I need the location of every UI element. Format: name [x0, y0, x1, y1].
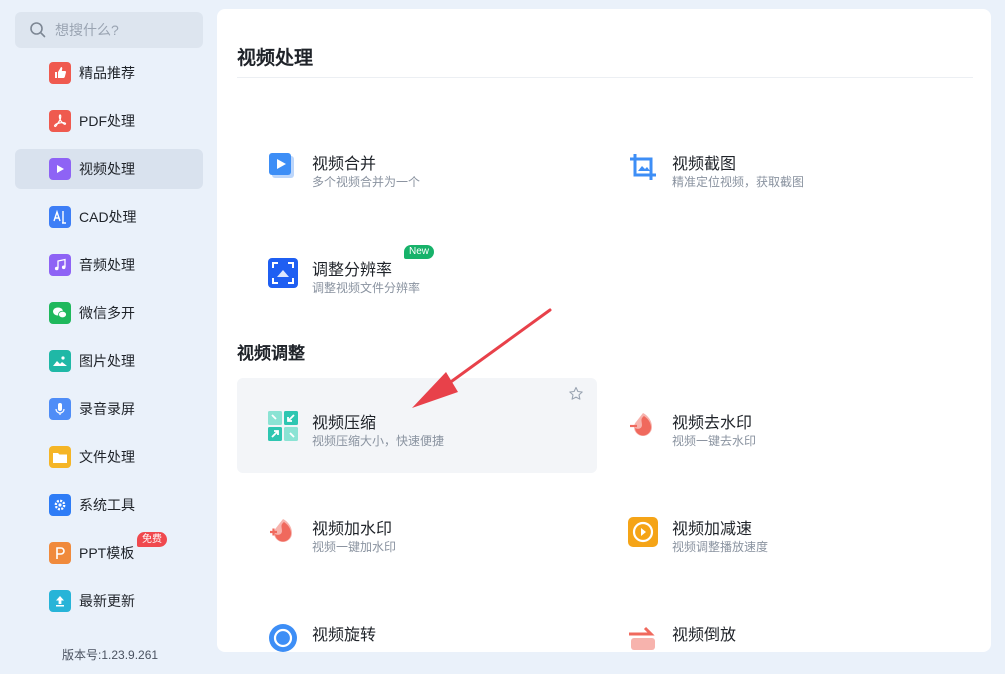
sidebar-item-pdf[interactable]: PDF处理	[15, 101, 203, 141]
main-panel: 视频处理 视频合并 多个视频合并为一个 视频截图 精准定位视频，获取截图 调整分…	[217, 9, 991, 652]
sidebar-item-updates[interactable]: 最新更新	[15, 581, 203, 621]
tool-title: 视频旋转	[312, 627, 377, 644]
sidebar-item-label: 图片处理	[79, 353, 135, 369]
wechat-icon	[49, 302, 71, 324]
sidebar-item-file[interactable]: 文件处理	[15, 437, 203, 477]
speed-icon	[627, 516, 659, 548]
video-play-icon	[49, 158, 71, 180]
sidebar-item-label: 系统工具	[79, 497, 135, 513]
tool-title: 视频加减速	[672, 521, 753, 538]
tool-title: 调整分辨率	[312, 262, 393, 279]
sidebar-menu: 精品推荐 PDF处理 视频处理 CAD处理 音频处理 微信多开 图片处理 录音录…	[15, 53, 203, 629]
tool-title: 视频压缩	[312, 415, 377, 432]
tool-description: 视频调整播放速度	[672, 540, 769, 554]
microphone-icon	[49, 398, 71, 420]
divider	[237, 77, 973, 78]
sidebar-item-label: PPT模板	[79, 545, 135, 561]
search-icon	[30, 22, 46, 38]
rotate-icon	[267, 622, 299, 652]
sidebar-item-ppt[interactable]: PPT模板 免费	[15, 532, 203, 573]
tool-title: 视频倒放	[672, 627, 737, 644]
music-note-icon	[49, 254, 71, 276]
resolution-icon	[267, 257, 299, 289]
sidebar-item-label: CAD处理	[79, 209, 137, 225]
search-placeholder: 想搜什么?	[55, 22, 119, 38]
sidebar-item-record[interactable]: 录音录屏	[15, 389, 203, 429]
free-badge: 免费	[137, 532, 167, 547]
tool-description: 视频一键加水印	[312, 540, 397, 554]
reverse-icon	[627, 622, 659, 652]
sidebar-item-featured[interactable]: 精品推荐	[15, 53, 203, 93]
section-title-video-adjust: 视频调整	[237, 344, 305, 363]
search-input[interactable]: 想搜什么?	[15, 12, 203, 48]
remove-watermark-icon	[627, 410, 659, 442]
tool-title: 视频加水印	[312, 521, 393, 538]
image-icon	[49, 350, 71, 372]
tool-title: 视频截图	[672, 156, 737, 173]
tool-description: 多个视频合并为一个	[312, 175, 421, 189]
sidebar-item-video[interactable]: 视频处理	[15, 149, 203, 189]
sidebar: 想搜什么? 精品推荐 PDF处理 视频处理 CAD处理 音频处理 微信多开 图片…	[0, 0, 216, 674]
tool-card-rotate[interactable]: 视频旋转	[237, 590, 597, 652]
compress-icon	[267, 410, 299, 442]
sidebar-item-label: 文件处理	[79, 449, 135, 465]
sidebar-item-label: PDF处理	[79, 113, 135, 129]
tool-card-video-compress[interactable]: 视频压缩 视频压缩大小，快速便捷	[237, 378, 597, 473]
sidebar-item-system[interactable]: 系统工具	[15, 485, 203, 525]
video-merge-icon	[267, 151, 299, 183]
tool-title: 视频去水印	[672, 415, 753, 432]
sidebar-item-audio[interactable]: 音频处理	[15, 245, 203, 285]
tool-description: 视频压缩大小，快速便捷	[312, 434, 445, 448]
star-icon[interactable]	[568, 386, 584, 402]
upload-icon	[49, 590, 71, 612]
sidebar-item-cad[interactable]: CAD处理	[15, 197, 203, 237]
version-label: 版本号:1.23.9.261	[62, 648, 159, 662]
sidebar-item-label: 视频处理	[79, 161, 135, 177]
add-watermark-icon	[267, 516, 299, 548]
gear-icon	[49, 494, 71, 516]
tool-description: 视频一键去水印	[672, 434, 757, 448]
sidebar-item-label: 精品推荐	[79, 65, 135, 81]
tool-card-add-watermark[interactable]: 视频加水印 视频一键加水印	[237, 484, 597, 579]
folder-icon	[49, 446, 71, 468]
sidebar-item-label: 录音录屏	[79, 401, 135, 417]
tool-card-video-screenshot[interactable]: 视频截图 精准定位视频，获取截图	[597, 119, 957, 214]
sidebar-item-image[interactable]: 图片处理	[15, 341, 203, 381]
ppt-icon	[49, 542, 71, 564]
tool-card-reverse[interactable]: 视频倒放	[597, 590, 957, 652]
tool-description: 精准定位视频，获取截图	[672, 175, 805, 189]
tool-card-remove-watermark[interactable]: 视频去水印 视频一键去水印	[597, 378, 957, 473]
crop-icon	[627, 151, 659, 183]
sidebar-item-label: 音频处理	[79, 257, 135, 273]
cad-icon	[49, 206, 71, 228]
tool-card-speed[interactable]: 视频加减速 视频调整播放速度	[597, 484, 957, 579]
thumbs-up-icon	[49, 62, 71, 84]
tool-card-resolution[interactable]: 调整分辨率 New 调整视频文件分辨率	[237, 225, 597, 320]
sidebar-item-label: 最新更新	[79, 593, 135, 609]
sidebar-item-wechat[interactable]: 微信多开	[15, 293, 203, 333]
tool-card-video-merge[interactable]: 视频合并 多个视频合并为一个	[237, 119, 597, 214]
sidebar-item-label: 微信多开	[79, 305, 135, 321]
pdf-icon	[49, 110, 71, 132]
tool-description: 调整视频文件分辨率	[312, 281, 421, 295]
section-title-video-processing: 视频处理	[237, 48, 314, 69]
tool-title: 视频合并	[312, 156, 377, 173]
new-badge: New	[404, 245, 435, 259]
